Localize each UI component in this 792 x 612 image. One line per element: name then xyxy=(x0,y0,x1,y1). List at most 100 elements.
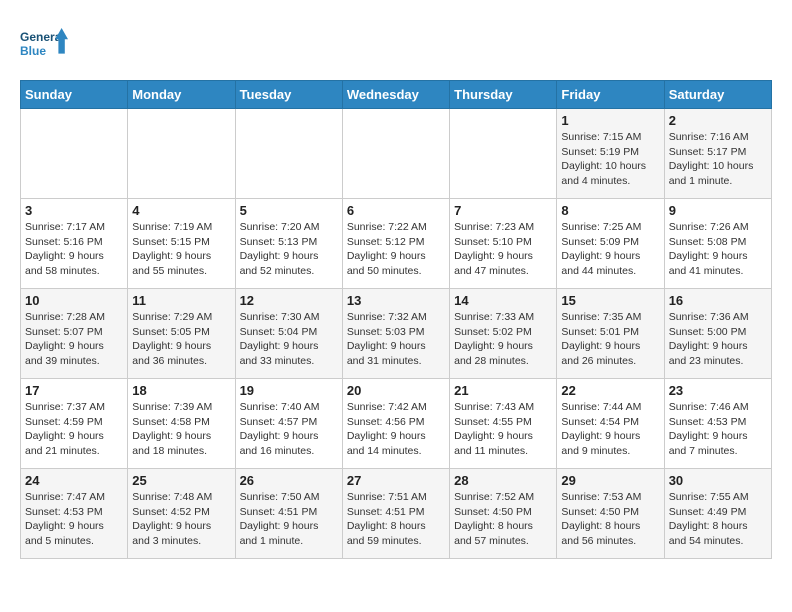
day-info: Sunrise: 7:30 AM Sunset: 5:04 PM Dayligh… xyxy=(240,310,338,369)
calendar-cell: 26 Sunrise: 7:50 AM Sunset: 4:51 PM Dayli… xyxy=(235,469,342,559)
day-info: Sunrise: 7:16 AM Sunset: 5:17 PM Dayligh… xyxy=(669,130,767,189)
day-info: Sunrise: 7:39 AM Sunset: 4:58 PM Dayligh… xyxy=(132,400,230,459)
calendar-cell: 17 Sunrise: 7:37 AM Sunset: 4:59 PM Dayli… xyxy=(21,379,128,469)
day-number: 1 xyxy=(561,113,659,128)
day-number: 24 xyxy=(25,473,123,488)
day-info: Sunrise: 7:55 AM Sunset: 4:49 PM Dayligh… xyxy=(669,490,767,549)
calendar-cell: 21 Sunrise: 7:43 AM Sunset: 4:55 PM Dayli… xyxy=(450,379,557,469)
calendar-cell xyxy=(21,109,128,199)
day-number: 21 xyxy=(454,383,552,398)
calendar-cell: 30 Sunrise: 7:55 AM Sunset: 4:49 PM Dayli… xyxy=(664,469,771,559)
calendar-cell: 15 Sunrise: 7:35 AM Sunset: 5:01 PM Dayli… xyxy=(557,289,664,379)
day-header-saturday: Saturday xyxy=(664,81,771,109)
calendar-cell: 13 Sunrise: 7:32 AM Sunset: 5:03 PM Dayli… xyxy=(342,289,449,379)
day-info: Sunrise: 7:15 AM Sunset: 5:19 PM Dayligh… xyxy=(561,130,659,189)
calendar-cell xyxy=(128,109,235,199)
day-info: Sunrise: 7:29 AM Sunset: 5:05 PM Dayligh… xyxy=(132,310,230,369)
day-number: 25 xyxy=(132,473,230,488)
day-number: 8 xyxy=(561,203,659,218)
day-number: 26 xyxy=(240,473,338,488)
day-number: 13 xyxy=(347,293,445,308)
day-info: Sunrise: 7:17 AM Sunset: 5:16 PM Dayligh… xyxy=(25,220,123,279)
calendar-header: SundayMondayTuesdayWednesdayThursdayFrid… xyxy=(21,81,772,109)
day-header-sunday: Sunday xyxy=(21,81,128,109)
calendar-cell xyxy=(342,109,449,199)
calendar-cell: 25 Sunrise: 7:48 AM Sunset: 4:52 PM Dayli… xyxy=(128,469,235,559)
day-number: 22 xyxy=(561,383,659,398)
calendar-cell: 18 Sunrise: 7:39 AM Sunset: 4:58 PM Dayli… xyxy=(128,379,235,469)
calendar-cell: 3 Sunrise: 7:17 AM Sunset: 5:16 PM Daylig… xyxy=(21,199,128,289)
calendar-cell: 7 Sunrise: 7:23 AM Sunset: 5:10 PM Daylig… xyxy=(450,199,557,289)
day-number: 7 xyxy=(454,203,552,218)
calendar-cell: 4 Sunrise: 7:19 AM Sunset: 5:15 PM Daylig… xyxy=(128,199,235,289)
day-info: Sunrise: 7:52 AM Sunset: 4:50 PM Dayligh… xyxy=(454,490,552,549)
calendar-cell: 8 Sunrise: 7:25 AM Sunset: 5:09 PM Daylig… xyxy=(557,199,664,289)
day-number: 15 xyxy=(561,293,659,308)
day-info: Sunrise: 7:47 AM Sunset: 4:53 PM Dayligh… xyxy=(25,490,123,549)
day-header-tuesday: Tuesday xyxy=(235,81,342,109)
day-info: Sunrise: 7:23 AM Sunset: 5:10 PM Dayligh… xyxy=(454,220,552,279)
svg-text:Blue: Blue xyxy=(20,44,46,58)
calendar-cell: 6Sunrise: 7:22 AM Sunset: 5:12 PM Daylig… xyxy=(342,199,449,289)
day-number: 28 xyxy=(454,473,552,488)
day-number: 23 xyxy=(669,383,767,398)
top-bar: General Blue xyxy=(20,20,772,72)
calendar-cell: 14Sunrise: 7:33 AM Sunset: 5:02 PM Dayli… xyxy=(450,289,557,379)
day-info: Sunrise: 7:25 AM Sunset: 5:09 PM Dayligh… xyxy=(561,220,659,279)
day-number: 18 xyxy=(132,383,230,398)
calendar-cell: 16 Sunrise: 7:36 AM Sunset: 5:00 PM Dayli… xyxy=(664,289,771,379)
day-number: 30 xyxy=(669,473,767,488)
day-number: 16 xyxy=(669,293,767,308)
day-info: Sunrise: 7:35 AM Sunset: 5:01 PM Dayligh… xyxy=(561,310,659,369)
day-number: 9 xyxy=(669,203,767,218)
week-row-3: 10 Sunrise: 7:28 AM Sunset: 5:07 PM Dayli… xyxy=(21,289,772,379)
day-info: Sunrise: 7:51 AM Sunset: 4:51 PM Dayligh… xyxy=(347,490,445,549)
calendar-cell xyxy=(235,109,342,199)
day-info: Sunrise: 7:32 AM Sunset: 5:03 PM Dayligh… xyxy=(347,310,445,369)
calendar-cell xyxy=(450,109,557,199)
calendar-cell: 28 Sunrise: 7:52 AM Sunset: 4:50 PM Dayli… xyxy=(450,469,557,559)
day-info: Sunrise: 7:53 AM Sunset: 4:50 PM Dayligh… xyxy=(561,490,659,549)
day-number: 6 xyxy=(347,203,445,218)
day-number: 4 xyxy=(132,203,230,218)
day-header-friday: Friday xyxy=(557,81,664,109)
calendar-cell: 22 Sunrise: 7:44 AM Sunset: 4:54 PM Dayli… xyxy=(557,379,664,469)
day-info: Sunrise: 7:42 AM Sunset: 4:56 PM Dayligh… xyxy=(347,400,445,459)
calendar-cell: 5 Sunrise: 7:20 AM Sunset: 5:13 PM Daylig… xyxy=(235,199,342,289)
day-info: Sunrise: 7:33 AM Sunset: 5:02 PM Dayligh… xyxy=(454,310,552,369)
day-header-wednesday: Wednesday xyxy=(342,81,449,109)
day-number: 3 xyxy=(25,203,123,218)
calendar-table: SundayMondayTuesdayWednesdayThursdayFrid… xyxy=(20,80,772,559)
day-number: 10 xyxy=(25,293,123,308)
calendar-cell: 27 Sunrise: 7:51 AM Sunset: 4:51 PM Dayli… xyxy=(342,469,449,559)
day-info: Sunrise: 7:44 AM Sunset: 4:54 PM Dayligh… xyxy=(561,400,659,459)
day-info: Sunrise: 7:50 AM Sunset: 4:51 PM Dayligh… xyxy=(240,490,338,549)
day-info: Sunrise: 7:37 AM Sunset: 4:59 PM Dayligh… xyxy=(25,400,123,459)
header-row: SundayMondayTuesdayWednesdayThursdayFrid… xyxy=(21,81,772,109)
day-info: Sunrise: 7:26 AM Sunset: 5:08 PM Dayligh… xyxy=(669,220,767,279)
calendar-cell: 19Sunrise: 7:40 AM Sunset: 4:57 PM Dayli… xyxy=(235,379,342,469)
calendar-cell: 20 Sunrise: 7:42 AM Sunset: 4:56 PM Dayli… xyxy=(342,379,449,469)
day-number: 2 xyxy=(669,113,767,128)
day-number: 29 xyxy=(561,473,659,488)
logo: General Blue xyxy=(20,20,68,68)
week-row-1: 1 Sunrise: 7:15 AM Sunset: 5:19 PM Daylig… xyxy=(21,109,772,199)
calendar-cell: 9 Sunrise: 7:26 AM Sunset: 5:08 PM Daylig… xyxy=(664,199,771,289)
week-row-4: 17 Sunrise: 7:37 AM Sunset: 4:59 PM Dayli… xyxy=(21,379,772,469)
calendar-cell: 24 Sunrise: 7:47 AM Sunset: 4:53 PM Dayli… xyxy=(21,469,128,559)
day-number: 12 xyxy=(240,293,338,308)
calendar-cell: 11Sunrise: 7:29 AM Sunset: 5:05 PM Dayli… xyxy=(128,289,235,379)
day-info: Sunrise: 7:19 AM Sunset: 5:15 PM Dayligh… xyxy=(132,220,230,279)
day-info: Sunrise: 7:48 AM Sunset: 4:52 PM Dayligh… xyxy=(132,490,230,549)
day-number: 5 xyxy=(240,203,338,218)
day-number: 17 xyxy=(25,383,123,398)
day-info: Sunrise: 7:20 AM Sunset: 5:13 PM Dayligh… xyxy=(240,220,338,279)
day-info: Sunrise: 7:36 AM Sunset: 5:00 PM Dayligh… xyxy=(669,310,767,369)
calendar-cell: 23Sunrise: 7:46 AM Sunset: 4:53 PM Dayli… xyxy=(664,379,771,469)
week-row-5: 24 Sunrise: 7:47 AM Sunset: 4:53 PM Dayli… xyxy=(21,469,772,559)
day-info: Sunrise: 7:43 AM Sunset: 4:55 PM Dayligh… xyxy=(454,400,552,459)
day-number: 27 xyxy=(347,473,445,488)
calendar-body: 1 Sunrise: 7:15 AM Sunset: 5:19 PM Daylig… xyxy=(21,109,772,559)
day-info: Sunrise: 7:28 AM Sunset: 5:07 PM Dayligh… xyxy=(25,310,123,369)
day-number: 20 xyxy=(347,383,445,398)
